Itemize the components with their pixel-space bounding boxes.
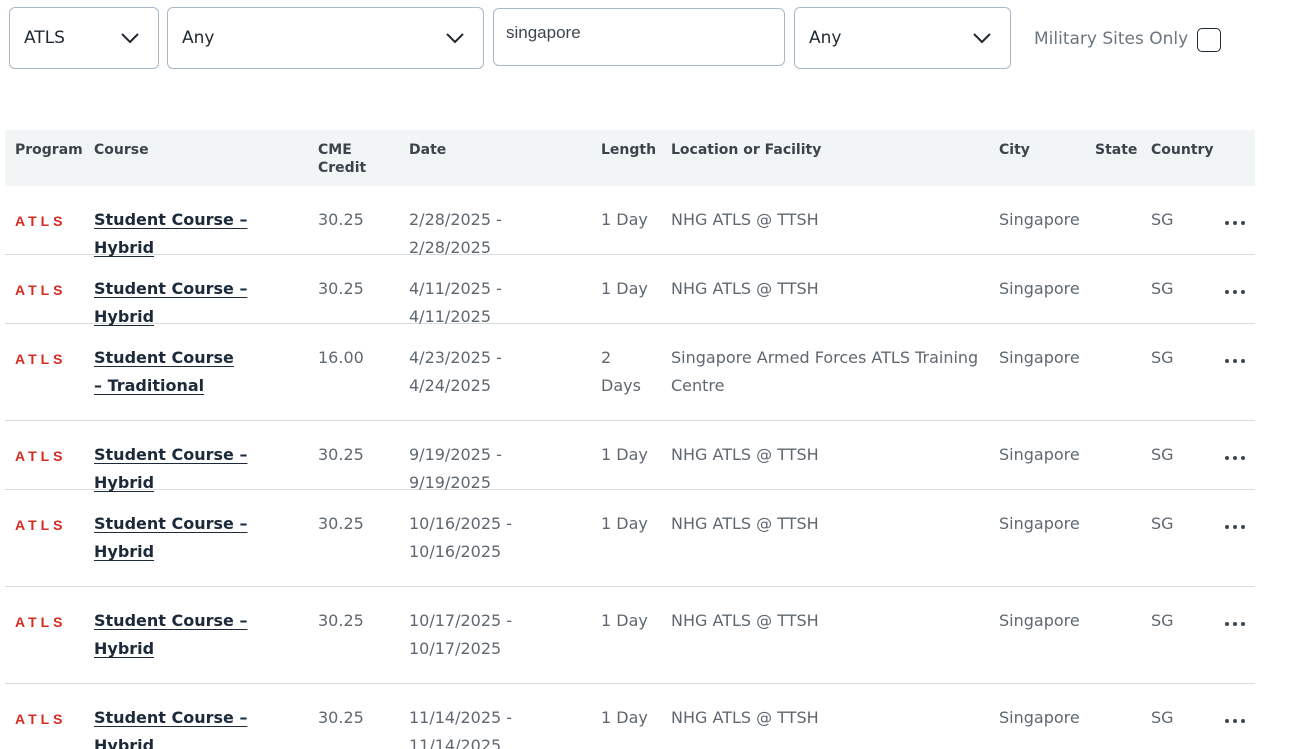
row-cme: 16.00 bbox=[318, 348, 364, 367]
row-city: Singapore bbox=[999, 348, 1080, 367]
header-course: Course bbox=[94, 142, 149, 158]
row-length: 2 Days bbox=[601, 348, 641, 395]
row-length: 1 Day bbox=[601, 279, 648, 298]
row-city: Singapore bbox=[999, 708, 1080, 727]
military-sites-label: Military Sites Only bbox=[1034, 29, 1189, 49]
row-date: 9/19/2025 - 9/19/2025 bbox=[409, 445, 502, 492]
row-cme: 30.25 bbox=[318, 611, 364, 630]
table-row: ATLS Student Course – Hybrid 30.25 10/17… bbox=[5, 587, 1255, 684]
row-length: 1 Day bbox=[601, 611, 648, 630]
row-city: Singapore bbox=[999, 210, 1080, 229]
row-cme: 30.25 bbox=[318, 279, 364, 298]
row-date: 2/28/2025 - 2/28/2025 bbox=[409, 210, 502, 257]
row-location: NHG ATLS @ TTSH bbox=[671, 708, 819, 727]
row-city: Singapore bbox=[999, 445, 1080, 464]
row-length: 1 Day bbox=[601, 210, 648, 229]
row-course-link[interactable]: Student Course – Hybrid bbox=[94, 275, 299, 331]
location-search-input[interactable] bbox=[506, 23, 766, 43]
table-row: ATLS Student Course – Hybrid 30.25 2/28/… bbox=[5, 186, 1255, 257]
row-date: 10/16/2025 - 10/16/2025 bbox=[409, 514, 513, 561]
row-country: SG bbox=[1151, 611, 1174, 630]
row-location: NHG ATLS @ TTSH bbox=[671, 445, 819, 464]
date-select-value: Any bbox=[809, 28, 842, 48]
table-row: ATLS Student Course – Traditional 16.00 … bbox=[5, 324, 1255, 421]
header-cme-line1: CME bbox=[318, 142, 352, 158]
date-select[interactable]: Any bbox=[794, 7, 1011, 69]
table-row: ATLS Student Course – Hybrid 30.25 10/16… bbox=[5, 490, 1255, 587]
more-options-icon[interactable] bbox=[1225, 523, 1245, 531]
row-course-link[interactable]: Student Course – Hybrid bbox=[94, 206, 299, 262]
table-row: ATLS Student Course – Hybrid 30.25 11/14… bbox=[5, 684, 1255, 749]
row-date: 10/17/2025 - 10/17/2025 bbox=[409, 611, 513, 658]
row-cme: 30.25 bbox=[318, 210, 364, 229]
chevron-down-icon bbox=[121, 33, 139, 44]
header-cme-credit: CME Credit bbox=[318, 141, 366, 177]
military-sites-checkbox[interactable] bbox=[1197, 28, 1222, 52]
row-length: 1 Day bbox=[601, 445, 648, 464]
header-city: City bbox=[999, 142, 1030, 158]
row-location: NHG ATLS @ TTSH bbox=[671, 514, 819, 533]
table-row: ATLS Student Course – Hybrid 30.25 4/11/… bbox=[5, 255, 1255, 326]
course-search-page: ATLS Any Any Military Sites Only Program… bbox=[0, 0, 1305, 749]
courses-table: Program Course CME Credit Date Length Lo… bbox=[5, 130, 1255, 749]
row-cme: 30.25 bbox=[318, 708, 364, 727]
row-course-link[interactable]: Student Course – Hybrid bbox=[94, 704, 299, 749]
row-date: 4/11/2025 - 4/11/2025 bbox=[409, 279, 502, 326]
row-city: Singapore bbox=[999, 611, 1080, 630]
row-city: Singapore bbox=[999, 279, 1080, 298]
header-program: Program bbox=[15, 142, 83, 158]
program-select[interactable]: ATLS bbox=[9, 7, 159, 69]
row-location: NHG ATLS @ TTSH bbox=[671, 279, 819, 298]
row-cme: 30.25 bbox=[318, 514, 364, 533]
header-state: State bbox=[1095, 142, 1138, 158]
row-country: SG bbox=[1151, 445, 1174, 464]
row-cme: 30.25 bbox=[318, 445, 364, 464]
course-select[interactable]: Any bbox=[167, 7, 484, 69]
row-program: ATLS bbox=[15, 282, 67, 298]
header-length: Length bbox=[601, 142, 657, 158]
chevron-down-icon bbox=[973, 33, 991, 44]
program-select-value: ATLS bbox=[24, 28, 65, 48]
row-country: SG bbox=[1151, 514, 1174, 533]
row-program: ATLS bbox=[15, 614, 67, 630]
more-options-icon[interactable] bbox=[1225, 288, 1245, 296]
header-location: Location or Facility bbox=[671, 142, 822, 158]
row-program: ATLS bbox=[15, 711, 67, 727]
header-country: Country bbox=[1151, 142, 1214, 158]
course-select-value: Any bbox=[182, 28, 215, 48]
more-options-icon[interactable] bbox=[1225, 219, 1245, 227]
row-course-link[interactable]: Student Course – Traditional bbox=[94, 344, 244, 400]
chevron-down-icon bbox=[446, 33, 464, 44]
row-country: SG bbox=[1151, 279, 1174, 298]
location-search-box[interactable] bbox=[493, 8, 785, 66]
military-sites-filter[interactable]: Military Sites Only bbox=[1034, 26, 1222, 52]
more-options-icon[interactable] bbox=[1225, 620, 1245, 628]
row-length: 1 Day bbox=[601, 514, 648, 533]
row-country: SG bbox=[1151, 708, 1174, 727]
row-date: 4/23/2025 - 4/24/2025 bbox=[409, 348, 502, 395]
table-row: ATLS Student Course – Hybrid 30.25 9/19/… bbox=[5, 421, 1255, 492]
row-location: NHG ATLS @ TTSH bbox=[671, 611, 819, 630]
row-program: ATLS bbox=[15, 351, 67, 367]
header-date: Date bbox=[409, 142, 447, 158]
more-options-icon[interactable] bbox=[1225, 454, 1245, 462]
row-city: Singapore bbox=[999, 514, 1080, 533]
more-options-icon[interactable] bbox=[1225, 357, 1245, 365]
row-date: 11/14/2025 - 11/14/2025 bbox=[409, 708, 513, 749]
row-location: NHG ATLS @ TTSH bbox=[671, 210, 819, 229]
row-program: ATLS bbox=[15, 448, 67, 464]
header-cme-line2: Credit bbox=[318, 160, 367, 176]
row-country: SG bbox=[1151, 348, 1174, 367]
row-course-link[interactable]: Student Course – Hybrid bbox=[94, 441, 299, 497]
row-location: Singapore Armed Forces ATLS Training Cen… bbox=[671, 348, 979, 395]
row-course-link[interactable]: Student Course – Hybrid bbox=[94, 510, 299, 566]
row-country: SG bbox=[1151, 210, 1174, 229]
row-program: ATLS bbox=[15, 517, 67, 533]
more-options-icon[interactable] bbox=[1225, 717, 1245, 725]
row-length: 1 Day bbox=[601, 708, 648, 727]
row-course-link[interactable]: Student Course – Hybrid bbox=[94, 607, 299, 663]
table-header: Program Course CME Credit Date Length Lo… bbox=[5, 130, 1255, 186]
row-program: ATLS bbox=[15, 213, 67, 229]
